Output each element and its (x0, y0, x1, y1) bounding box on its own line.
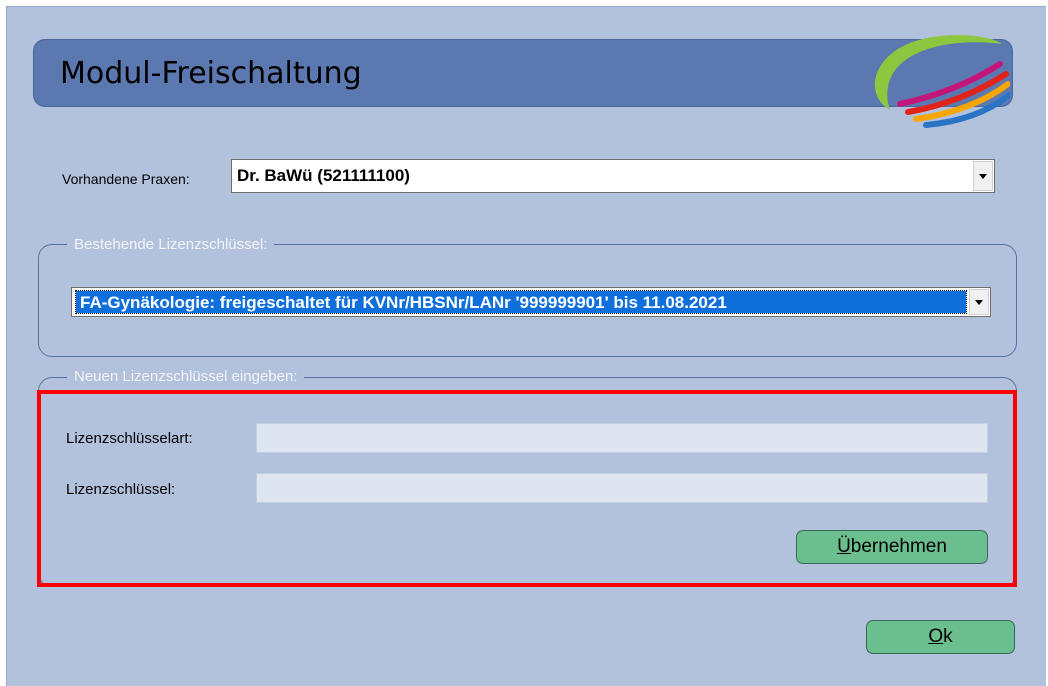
app-logo-swoosh-icon (874, 35, 1010, 128)
praxis-dropdown-button[interactable] (973, 161, 993, 191)
existing-keys-selection: FA-Gynäkologie: freigeschaltet für KVNr/… (75, 290, 967, 314)
existing-keys-legend: Bestehende Lizenzschlüssel: (67, 236, 275, 253)
title-panel: Modul-Freischaltung (33, 35, 1013, 128)
highlight-box (37, 390, 1017, 587)
new-key-legend: Neuen Lizenzschlüssel eingeben: (67, 368, 305, 385)
chevron-down-icon (979, 173, 987, 179)
existing-keys-dropdown[interactable]: FA-Gynäkologie: freigeschaltet für KVNr/… (71, 287, 991, 317)
existing-keys-selected-value: FA-Gynäkologie: freigeschaltet für KVNr/… (80, 293, 727, 312)
page-title: Modul-Freischaltung (60, 56, 362, 91)
praxis-label: Vorhandene Praxen: (62, 171, 190, 187)
ok-button-mnemonic: O (928, 626, 944, 647)
chevron-down-icon (975, 299, 983, 305)
praxis-selected-value: Dr. BaWü (521111100) (237, 166, 410, 185)
ok-button-label: k (943, 626, 953, 647)
praxis-dropdown[interactable]: Dr. BaWü (521111100) (231, 159, 995, 193)
existing-keys-dropdown-button[interactable] (969, 289, 989, 315)
ok-button[interactable]: Ok (866, 620, 1015, 654)
